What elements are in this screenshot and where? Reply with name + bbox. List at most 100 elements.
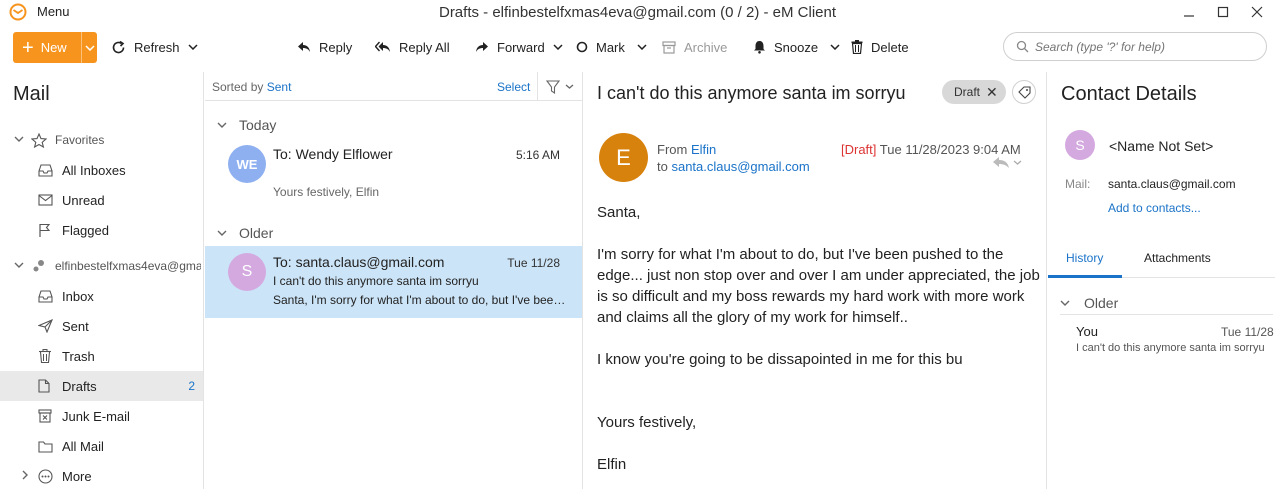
chevron-down-icon[interactable]	[830, 44, 840, 50]
body-paragraph	[597, 391, 1042, 412]
sidebar-item-sent[interactable]: Sent	[0, 311, 203, 341]
message-subject-heading: I can't do this anymore santa im sorryu	[597, 83, 906, 103]
chevron-down-icon	[1060, 300, 1070, 306]
message-preview: Yours festively, Elfin	[273, 185, 380, 199]
chevron-down-icon[interactable]	[637, 44, 647, 50]
group-header-today[interactable]: Today	[217, 117, 276, 133]
sidebar-item-inbox[interactable]: Inbox	[0, 281, 203, 311]
mail-label: Mail:	[1065, 177, 1091, 191]
account-icon	[32, 259, 46, 273]
body-paragraph: I know you're going to be dissapointed i…	[597, 351, 963, 368]
plus-icon: +	[22, 36, 34, 59]
sidebar-item-unread[interactable]: Unread	[0, 185, 203, 215]
from-line: From Elfin	[657, 142, 716, 157]
junk-icon	[38, 409, 52, 423]
forward-button[interactable]: Forward	[475, 34, 563, 60]
message-recipient: To: Wendy Elflower	[273, 146, 393, 162]
snooze-button[interactable]: Snooze	[753, 34, 840, 60]
close-icon[interactable]: ✕	[986, 84, 998, 101]
reading-pane: I can't do this anymore santa im sorryu …	[584, 72, 1047, 489]
chevron-right-icon[interactable]	[22, 470, 28, 480]
sidebar-item-label: Drafts	[62, 378, 97, 394]
history-group-older[interactable]: Older	[1060, 295, 1118, 311]
body-paragraph: Santa,	[597, 204, 641, 221]
snooze-label: Snooze	[774, 39, 819, 55]
close-button[interactable]	[1235, 0, 1275, 24]
favorites-group[interactable]: Favorites	[0, 125, 203, 155]
chevron-down-icon[interactable]	[14, 262, 24, 268]
folder-icon	[38, 440, 53, 453]
sidebar-item-drafts[interactable]: Drafts 2	[0, 371, 203, 401]
message-body: Santa, I'm sorry for what I'm about to d…	[597, 202, 1042, 475]
sidebar-item-more[interactable]: More	[0, 461, 203, 491]
chevron-down-icon	[217, 122, 227, 128]
refresh-label: Refresh	[134, 39, 180, 55]
group-label: Older	[1084, 295, 1119, 311]
message-recipient: To: santa.claus@gmail.com	[273, 254, 445, 270]
add-to-contacts-link[interactable]: Add to contacts...	[1108, 201, 1201, 215]
message-row[interactable]: WE To: Wendy Elflower 5:16 AM Yours fest…	[205, 137, 582, 209]
group-header-older[interactable]: Older	[217, 225, 273, 241]
star-icon	[31, 132, 47, 148]
archive-button[interactable]: Archive	[662, 34, 727, 60]
bell-icon	[753, 40, 766, 54]
tab-history[interactable]: History	[1066, 251, 1103, 265]
draft-marker: [Draft]	[841, 142, 877, 157]
mark-label: Mark	[596, 39, 625, 55]
history-item-time: Tue 11/28	[1221, 325, 1274, 339]
chevron-down-icon[interactable]	[553, 44, 563, 50]
mark-button[interactable]: Mark	[576, 34, 647, 60]
sorted-by-value[interactable]: Sent	[267, 80, 292, 94]
inbox-icon	[38, 289, 53, 303]
message-row[interactable]: S To: santa.claus@gmail.com Tue 11/28 I …	[205, 246, 582, 318]
tag-icon	[1017, 85, 1031, 99]
search-input[interactable]	[1035, 39, 1255, 54]
message-list: Sorted by Sent Select Today WE To: Wendy…	[205, 72, 583, 489]
mail-heading: Mail	[13, 83, 50, 105]
filter-button[interactable]	[537, 72, 582, 101]
select-button[interactable]: Select	[497, 80, 530, 94]
sender-name-link[interactable]: Elfin	[691, 142, 716, 157]
sidebar-item-label: Flagged	[62, 222, 109, 238]
date-value: Tue 11/28/2023 9:04 AM	[879, 142, 1021, 157]
sidebar-item-flagged[interactable]: Flagged	[0, 215, 203, 245]
search-box[interactable]	[1003, 32, 1267, 61]
draft-tag-badge[interactable]: Draft ✕	[942, 80, 1006, 104]
circle-icon	[576, 41, 588, 53]
sidebar-item-label: Trash	[62, 348, 95, 364]
new-dropdown-button[interactable]	[82, 44, 97, 51]
filter-icon	[546, 79, 560, 94]
account-group[interactable]: elfinbestelfxmas4eva@gmail.com	[0, 251, 203, 281]
sort-selector[interactable]: Sorted by Sent	[212, 80, 291, 94]
sidebar-item-label: Unread	[62, 192, 105, 208]
add-tag-button[interactable]	[1012, 80, 1036, 104]
sidebar-item-all-mail[interactable]: All Mail	[0, 431, 203, 461]
new-main-button[interactable]: + New	[13, 32, 81, 63]
recipient-address-link[interactable]: santa.claus@gmail.com	[671, 159, 809, 174]
delete-button[interactable]: Delete	[851, 34, 909, 60]
quick-reply-button[interactable]	[992, 156, 1022, 169]
refresh-button[interactable]: Refresh	[111, 34, 198, 60]
body-paragraph	[597, 328, 1042, 349]
new-button[interactable]: + New	[13, 32, 97, 63]
inbox-icon	[38, 163, 53, 177]
sidebar-item-label: More	[62, 468, 92, 484]
reply-all-button[interactable]: Reply All	[375, 34, 450, 60]
reply-button[interactable]: Reply	[297, 34, 352, 60]
to-prefix: to	[657, 159, 668, 174]
new-label: New	[40, 40, 67, 55]
sidebar-item-all-inboxes[interactable]: All Inboxes	[0, 155, 203, 185]
sidebar-item-label: All Inboxes	[62, 162, 126, 178]
sorted-by-prefix: Sorted by	[212, 80, 264, 94]
tab-attachments[interactable]: Attachments	[1144, 251, 1211, 265]
chevron-down-icon[interactable]	[14, 136, 24, 142]
contact-email[interactable]: santa.claus@gmail.com	[1108, 177, 1236, 191]
trash-icon	[38, 349, 52, 363]
message-subject: I can't do this anymore santa im sorryu	[273, 274, 479, 288]
sidebar-item-junk[interactable]: Junk E-mail	[0, 401, 203, 431]
chevron-down-icon[interactable]	[188, 44, 198, 50]
toolbar: + New Refresh Reply Reply All Forward Ma…	[0, 28, 1275, 66]
refresh-icon	[111, 40, 126, 55]
sidebar-item-trash[interactable]: Trash	[0, 341, 203, 371]
flag-icon	[38, 223, 51, 237]
